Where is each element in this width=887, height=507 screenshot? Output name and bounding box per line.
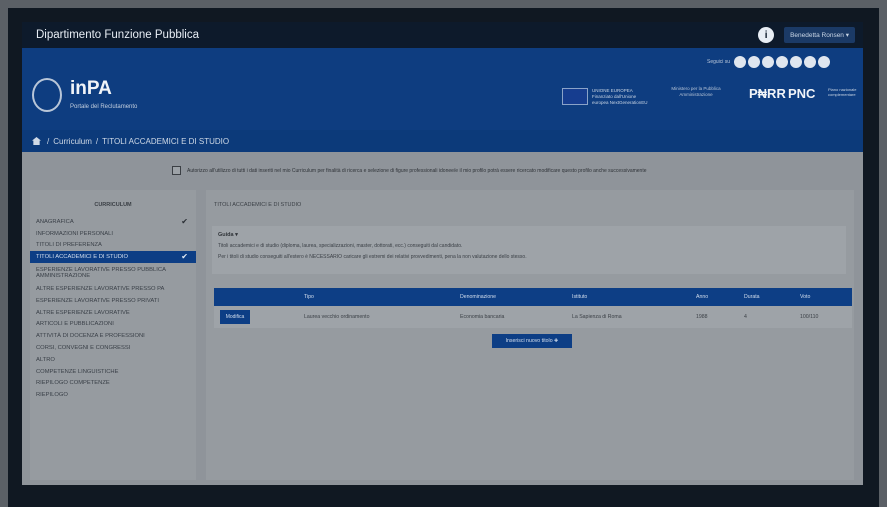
site-header: inPA Portale del Reclutamento Seguici su… [22, 48, 863, 130]
edit-button[interactable]: Modifica [220, 310, 250, 324]
column-header-voto[interactable]: Voto [800, 294, 810, 300]
consent-checkbox[interactable] [172, 166, 181, 175]
youtube-icon[interactable] [790, 56, 802, 68]
telegram-icon[interactable] [804, 56, 816, 68]
sidebar-item-altre-esperienze-pa[interactable]: ALTRE ESPERIENZE LAVORATIVE PRESSO PA [30, 283, 196, 295]
cell-denominazione: Economia bancaria [460, 314, 505, 320]
titles-table: Tipo Denominazione Istituto Anno Durata … [214, 288, 852, 328]
cell-istituto: La Sapienza di Roma [572, 314, 622, 320]
eu-flag-logo [562, 88, 588, 105]
cell-durata: 4 [744, 314, 747, 320]
user-menu-button[interactable]: Benedetta Ronsen ▾ [784, 27, 855, 43]
sidebar-item-informazioni-personali[interactable]: INFORMAZIONI PERSONALI [30, 228, 196, 240]
section-title: TITOLI ACCADEMICI E DI STUDIO [214, 202, 302, 208]
page-content: Autorizzo all'utilizzo di tutti i dati i… [22, 152, 863, 485]
follow-us-label: Seguici su [707, 59, 731, 65]
breadcrumb: / Curriculum / TITOLI ACCADEMICI E DI ST… [22, 130, 863, 152]
column-header-tipo[interactable]: Tipo [304, 294, 314, 300]
eu-logo-text: UNIONE EUROPEA Finanziato dall'Unione eu… [592, 88, 648, 105]
sidebar-item-esperienze-privati[interactable]: ESPERIENZE LAVORATIVE PRESSO PRIVATI [30, 295, 196, 307]
portal-logo-title[interactable]: inPA [70, 78, 112, 100]
breadcrumb-separator: / [95, 136, 99, 146]
check-icon: ✔ [181, 216, 188, 226]
twitter-icon[interactable] [748, 56, 760, 68]
breadcrumb-separator: / [47, 136, 50, 146]
social-links [734, 56, 830, 68]
column-header-denominazione[interactable]: Denominazione [460, 294, 496, 300]
sidebar-item-titoli-accademici[interactable]: TITOLI ACCADEMICI E DI STUDIO ✔ [30, 251, 196, 264]
sidebar-item-titoli-preferenza[interactable]: TITOLI DI PREFERENZA [30, 240, 196, 252]
department-title: Dipartimento Funzione Pubblica [36, 29, 200, 41]
ministry-logo: Ministero per la Pubblica Amministrazion… [671, 86, 721, 97]
info-icon[interactable]: i [758, 27, 775, 43]
add-title-button[interactable]: Inserisci nuovo titolo ✚ [492, 334, 572, 348]
sidebar-item-pubblicazioni[interactable]: ARTICOLI E PUBBLICAZIONI [30, 319, 196, 331]
cell-voto: 100/110 [800, 314, 819, 320]
linkedin-icon[interactable] [776, 56, 788, 68]
column-header-durata[interactable]: Durata [744, 294, 760, 300]
republic-emblem-icon [32, 78, 62, 112]
bottom-bar [22, 485, 863, 495]
cell-tipo: Laurea vecchio ordinamento [304, 314, 370, 320]
curriculum-sidebar: CURRICULUM ANAGRAFICA ✔ INFORMAZIONI PERS… [30, 190, 196, 480]
table-header: Tipo Denominazione Istituto Anno Durata … [214, 288, 852, 306]
instagram-icon[interactable] [762, 56, 774, 68]
pnc-logo-subtitle: Piano nazionale complementare [828, 87, 857, 97]
sidebar-item-competenze-linguistiche[interactable]: COMPETENZE LINGUISTICHE [30, 366, 196, 378]
portal-logo-subtitle: Portale del Reclutamento [70, 104, 138, 110]
consent-row: Autorizzo all'utilizzo di tutti i dati i… [172, 166, 647, 175]
guide-toggle[interactable]: Guida ▾ [212, 226, 846, 238]
sidebar-item-corsi[interactable]: CORSI, CONVEGNI E CONGRESSI [30, 342, 196, 354]
pnc-logo: PNC [788, 86, 816, 101]
sidebar-title: CURRICULUM [94, 202, 132, 208]
sidebar-item-altre-esperienze[interactable]: ALTRE ESPERIENZE LAVORATIVE [30, 307, 196, 319]
column-header-istituto[interactable]: Istituto [572, 294, 587, 300]
guide-box: Guida ▾ Titoli accademici e di studio (d… [212, 226, 846, 274]
breadcrumb-current: TITOLI ACCADEMICI E DI STUDIO [102, 136, 230, 146]
guide-text-1: Titoli accademici e di studio (diploma, … [218, 243, 463, 249]
top-bar: Dipartimento Funzione Pubblica i Benedet… [22, 22, 863, 48]
check-icon: ✔ [181, 252, 188, 262]
sidebar-item-riepilogo-competenze[interactable]: RIEPILOGO COMPETENZE [30, 378, 196, 390]
guide-text-2: Per i titoli di studio conseguiti all'es… [218, 254, 527, 260]
main-panel: TITOLI ACCADEMICI E DI STUDIO Guida ▾ Ti… [206, 190, 854, 480]
cell-anno: 1988 [696, 314, 708, 320]
consent-text: Autorizzo all'utilizzo di tutti i dati i… [187, 167, 647, 174]
facebook-icon[interactable] [734, 56, 746, 68]
breadcrumb-curriculum[interactable]: Curriculum [53, 137, 92, 146]
sidebar-item-anagrafica[interactable]: ANAGRAFICA ✔ [30, 216, 196, 228]
sidebar-item-docenza[interactable]: ATTIVITÀ DI DOCENZA E PROFESSIONI [30, 330, 196, 342]
sidebar-item-altro[interactable]: ALTRO [30, 354, 196, 366]
email-icon[interactable] [818, 56, 830, 68]
table-row: Modifica Laurea vecchio ordinamento Econ… [214, 306, 852, 328]
sidebar-item-riepilogo[interactable]: RIEPILOGO [30, 389, 196, 401]
sidebar-item-esperienze-pa[interactable]: ESPERIENZE LAVORATIVE PRESSO PUBBLICA AM… [30, 263, 196, 283]
home-icon[interactable] [32, 137, 41, 145]
pnrr-logo: P₦RR [749, 86, 786, 101]
column-header-anno[interactable]: Anno [696, 294, 708, 300]
